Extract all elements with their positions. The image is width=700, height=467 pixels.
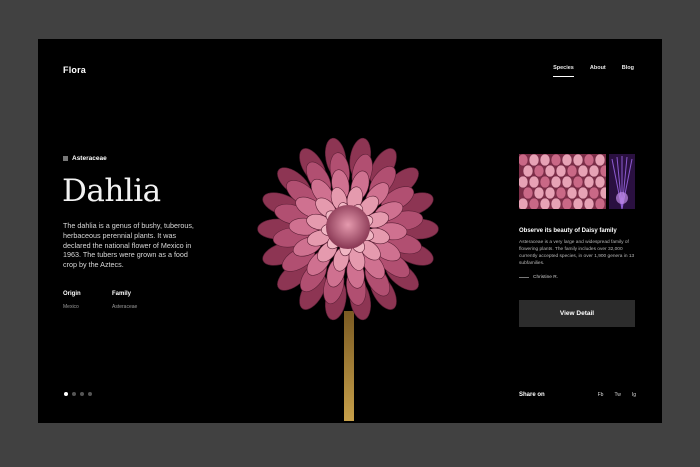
observe-text: Asteraceae is a very large and widesprea… <box>519 240 635 266</box>
thumb-petal <box>594 197 606 209</box>
thumb-petal <box>594 154 606 167</box>
thumb-petal <box>522 186 534 200</box>
thumb-petal <box>588 164 600 178</box>
thumb-petal <box>533 164 545 178</box>
author: Christine R. <box>519 275 558 280</box>
thumb-petal <box>544 186 556 200</box>
observe-heading: Observe its beauty of Daisy family <box>519 228 617 234</box>
tag-square-icon <box>63 156 68 161</box>
thumb-petal <box>528 197 540 209</box>
thumb-petal <box>566 164 578 178</box>
thumbnail-strip <box>519 154 635 209</box>
purple-flower-thumbnail[interactable] <box>609 154 635 209</box>
thumb-petal <box>539 197 551 209</box>
view-detail-button[interactable]: View Detail <box>519 300 635 327</box>
page-title: Dahlia <box>62 173 161 209</box>
thumb-petal <box>519 197 529 209</box>
thumb-petal <box>519 154 529 167</box>
thumb-petal <box>583 175 595 189</box>
pager-dot[interactable] <box>88 392 92 396</box>
thumb-petal <box>572 175 584 189</box>
origin-value: Mexico <box>63 304 79 310</box>
thumb-petal <box>561 175 573 189</box>
family-tag: Asteraceae <box>63 155 107 162</box>
thumb-petal <box>555 164 567 178</box>
stem <box>344 311 354 421</box>
nav-item-species[interactable]: Species <box>553 65 574 77</box>
dahlia-closeup-thumbnail[interactable] <box>519 154 606 209</box>
thumb-petal <box>572 197 584 209</box>
author-name: Christine R. <box>533 275 559 280</box>
share-label: Share on <box>519 392 545 398</box>
thumb-petal <box>539 175 551 189</box>
thumb-petal <box>588 186 600 200</box>
top-nav: Species About Blog <box>553 65 634 77</box>
thumb-petal <box>539 154 551 167</box>
thumb-petal <box>550 154 562 167</box>
instagram-link[interactable]: Ig <box>632 392 636 398</box>
carousel-pager <box>64 392 92 396</box>
thumb-petal <box>528 154 540 167</box>
thumb-petal <box>533 186 545 200</box>
family-value: Asteraceae <box>112 304 138 310</box>
social-links: Fb Tw Ig <box>598 392 636 398</box>
thumb-petal <box>577 164 589 178</box>
thumb-petal <box>583 154 595 167</box>
pager-dot[interactable] <box>72 392 76 396</box>
flower-description: The dahlia is a genus of bushy, tuberous… <box>63 221 194 270</box>
thumb-petal <box>528 175 540 189</box>
pager-dot[interactable] <box>64 392 68 396</box>
nav-item-blog[interactable]: Blog <box>622 65 634 71</box>
thumb-petal <box>555 186 567 200</box>
thumb-petal <box>550 175 562 189</box>
thumb-petal <box>544 164 556 178</box>
twitter-link[interactable]: Tw <box>614 392 620 398</box>
thumb-petal <box>550 197 562 209</box>
nav-item-about[interactable]: About <box>590 65 606 71</box>
family-tag-label: Asteraceae <box>72 155 107 162</box>
thumb-petal <box>594 175 606 189</box>
thumb-petal <box>572 154 584 167</box>
thumb-petal <box>577 186 589 200</box>
origin-info: Origin Mexico <box>63 291 81 310</box>
family-label: Family <box>112 291 132 297</box>
family-info: Family Asteraceae <box>112 291 137 310</box>
thumb-petal <box>522 164 534 178</box>
dahlia-image <box>257 137 439 421</box>
thumb-petal <box>561 154 573 167</box>
thumb-petal <box>561 197 573 209</box>
flower-center <box>326 205 370 249</box>
facebook-link[interactable]: Fb <box>598 392 604 398</box>
pager-dot[interactable] <box>80 392 84 396</box>
brand-logo[interactable]: Flora <box>63 65 86 75</box>
author-divider <box>519 277 529 278</box>
thumb-petal <box>566 186 578 200</box>
origin-label: Origin <box>63 291 81 297</box>
thumb-petal <box>583 197 595 209</box>
thumb-petal <box>519 175 529 189</box>
page-frame: Flora Species About Blog Asteraceae Dahl… <box>38 39 662 423</box>
